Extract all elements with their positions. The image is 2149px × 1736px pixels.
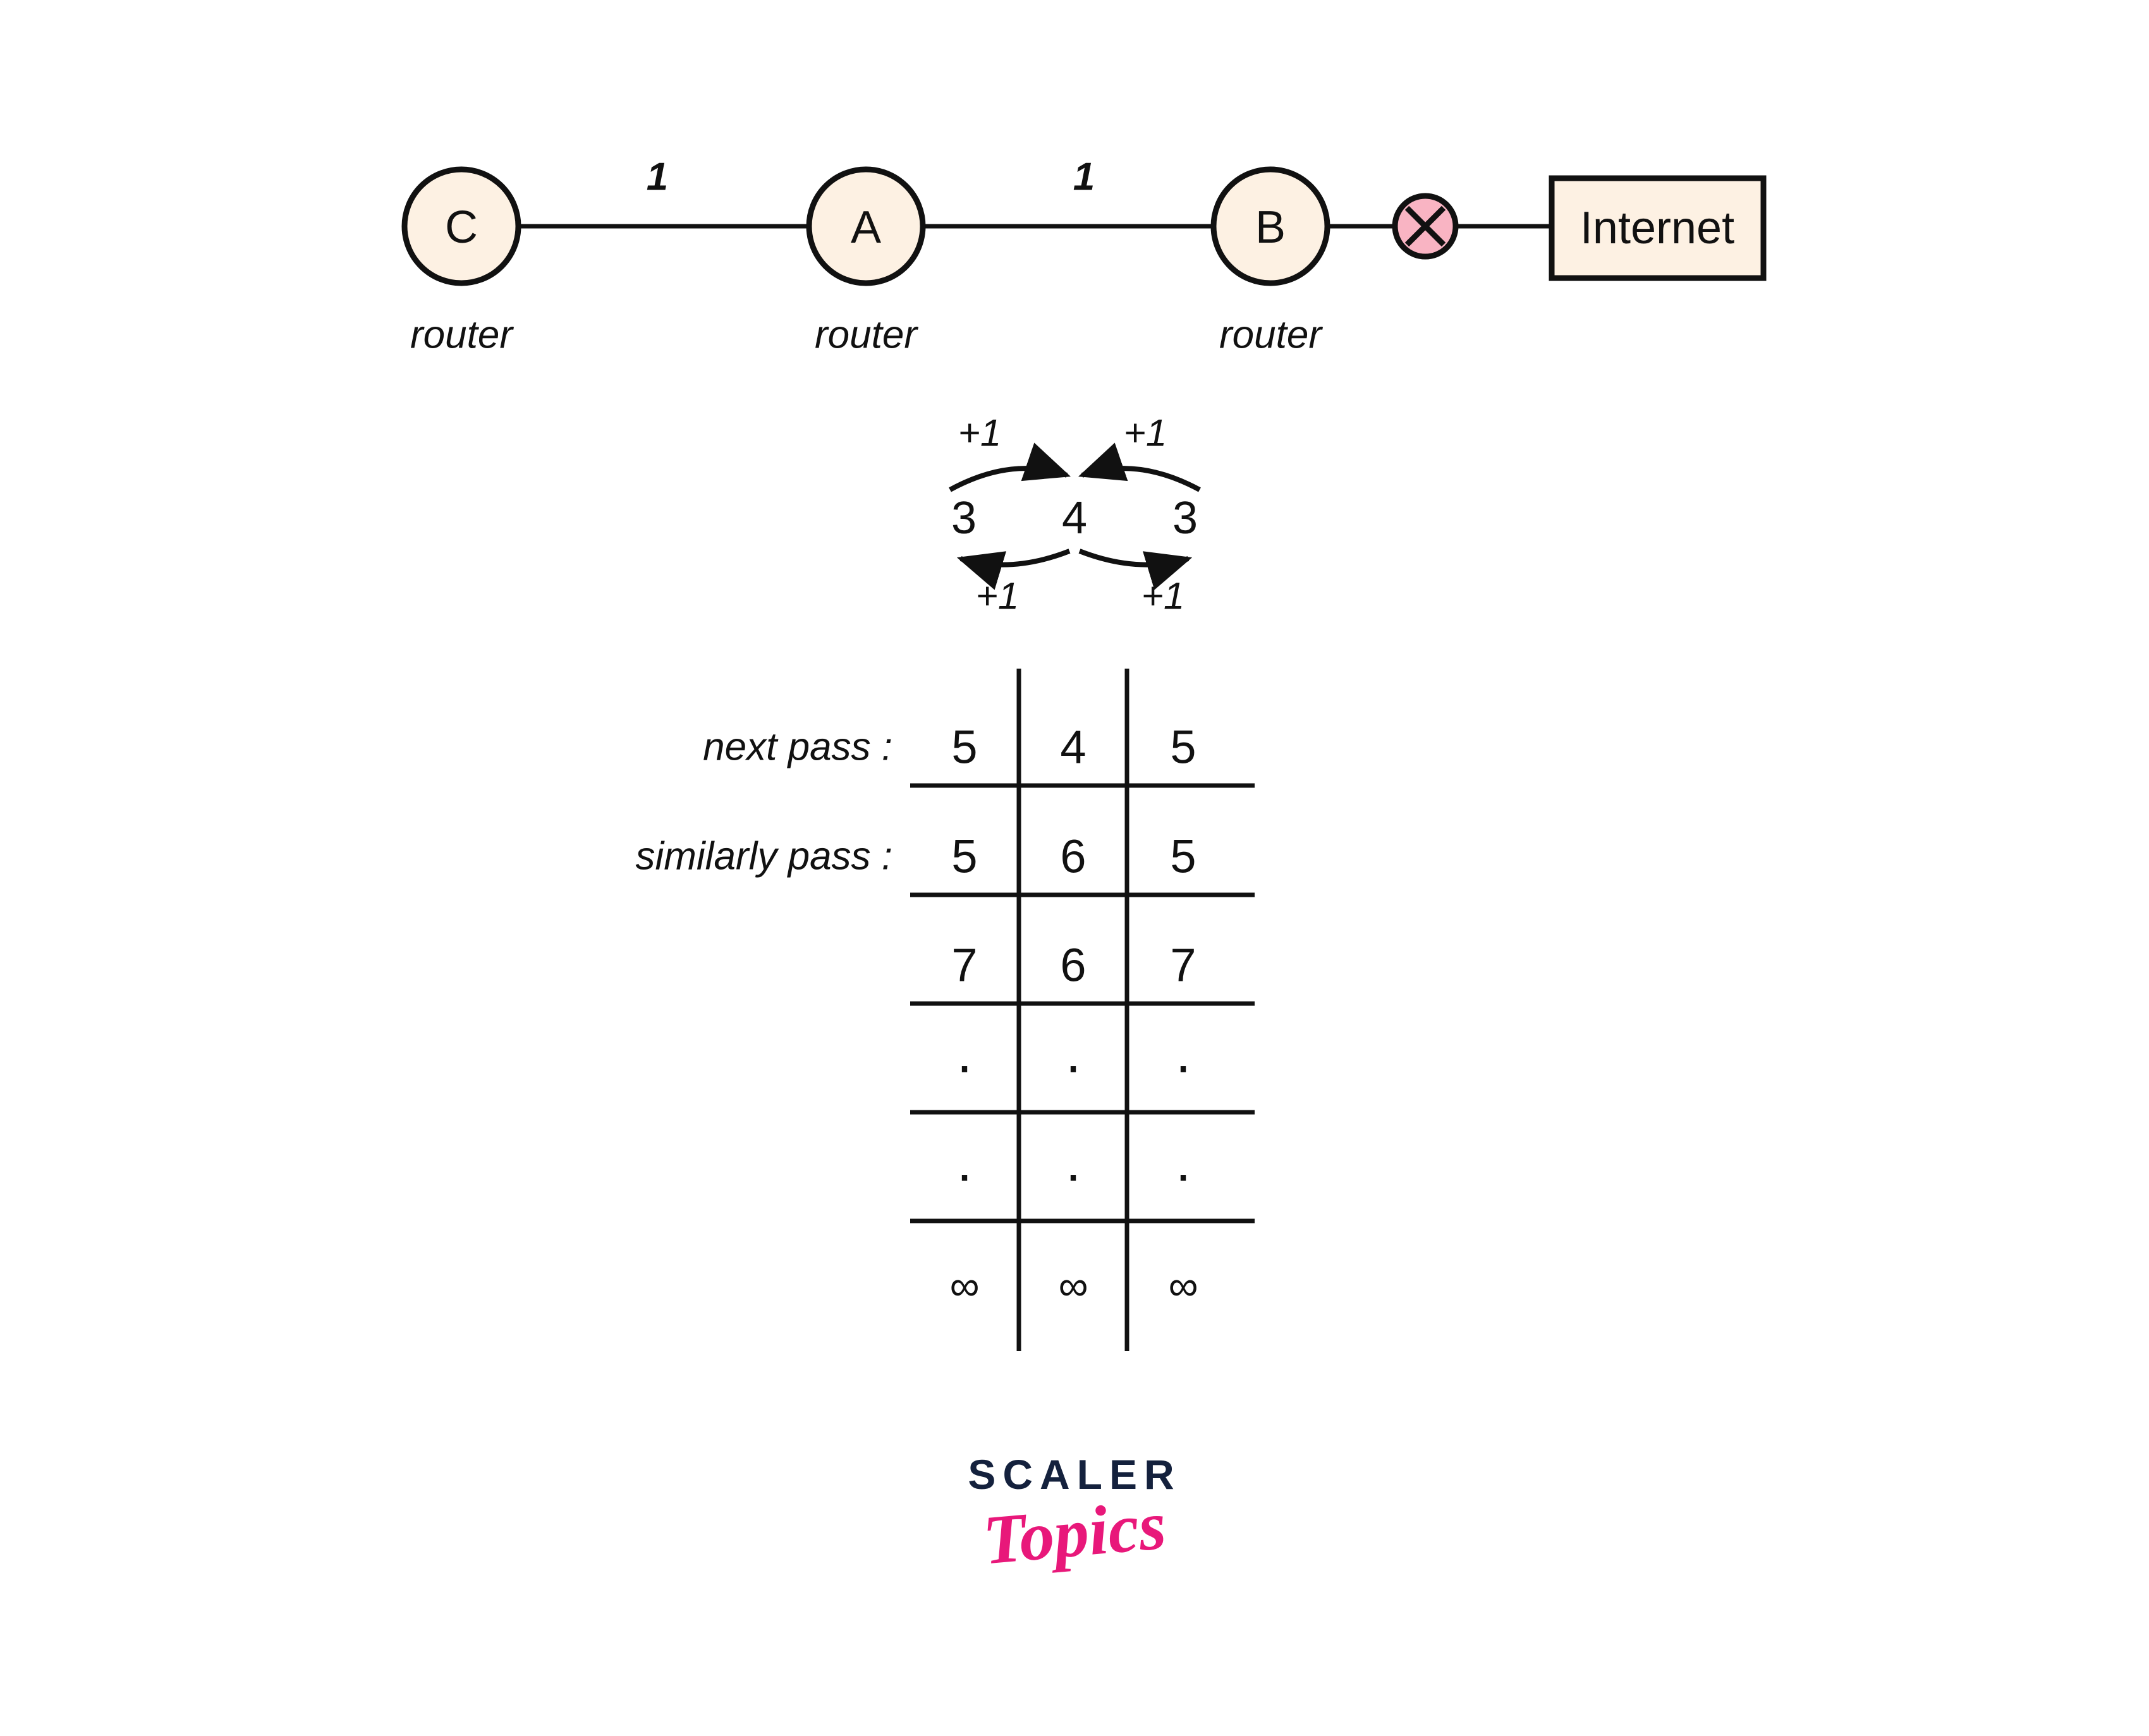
table-row-label-1: similarly pass : [635,835,892,878]
table-cell-r3c0: · [955,1034,973,1096]
table-cell-r1c0: 5 [951,830,977,883]
link-weight-a-b: 1 [1073,155,1095,199]
table-cell-r3c2: · [1174,1034,1192,1096]
table-cell-r2c1: 6 [1060,939,1086,992]
link-weight-c-a: 1 [647,155,668,199]
router-node-b[interactable]: B [1210,166,1330,286]
router-node-b-label: B [1255,202,1286,253]
router-node-c[interactable]: C [401,166,521,286]
router-role-label-c: router [410,313,514,357]
table-cell-r0c1: 4 [1060,721,1086,774]
table-cell-r3c1: · [1064,1034,1082,1096]
increment-top-left: +1 [958,412,1001,454]
increment-top-right: +1 [1124,412,1167,454]
router-node-a[interactable]: A [806,166,926,286]
internet-box: Internet [1549,175,1767,281]
increment-bottom-right: +1 [1141,575,1184,617]
update-value-left: 3 [951,493,977,543]
table-cell-r4c1: · [1064,1143,1082,1205]
table-cell-r5c0: ∞ [949,1262,979,1309]
arrow-center-to-right-icon [1078,549,1193,590]
table-cell-r4c0: · [955,1143,973,1205]
iteration-table: next pass : 5 4 5 similarly pass : 5 6 5… [635,669,1255,1351]
table-cell-r2c2: 7 [1170,939,1196,992]
table-cell-r2c0: 7 [951,939,977,992]
scaler-topics-logo: SCALER Topics [0,1454,2149,1579]
router-node-a-label: A [851,202,881,253]
table-cell-r0c0: 5 [951,721,977,774]
increment-bottom-left: +1 [976,575,1019,617]
table-cell-r4c2: · [1174,1143,1192,1205]
router-role-label-b: router [1219,313,1323,357]
arrow-left-to-center-icon [949,442,1071,492]
table-cell-r5c2: ∞ [1168,1262,1198,1309]
arrow-center-to-left-icon [956,549,1071,590]
table-cell-r0c2: 5 [1170,721,1196,774]
update-value-right: 3 [1172,493,1198,543]
table-cell-r1c1: 6 [1060,830,1086,883]
link-failure-x-icon [1392,193,1459,260]
arrow-right-to-center-icon [1078,442,1201,492]
table-cell-r5c1: ∞ [1058,1262,1088,1309]
update-value-center: 4 [1062,493,1087,543]
router-node-c-label: C [445,202,478,253]
diagram-canvas: Internet C A B 1 1 router router router [0,0,2149,1736]
table-row-label-0: next pass : [703,725,892,769]
router-role-label-a: router [815,313,918,357]
internet-box-label: Internet [1580,203,1734,253]
table-cell-r1c2: 5 [1170,830,1196,883]
